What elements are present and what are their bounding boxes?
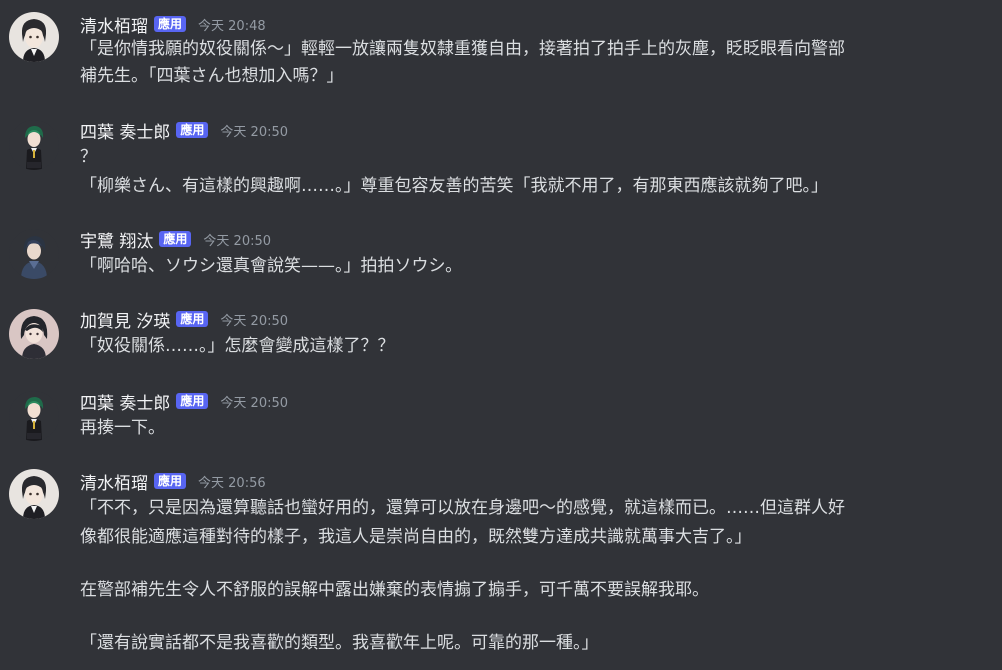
app-badge: 應用 [154,16,187,32]
message-text: 「不不，只是因為還算聽話也蠻好用的，還算可以放在身邊吧～的感覺，就這樣而已。……… [80,498,845,518]
app-badge: 應用 [176,122,209,138]
message-group: 四葉 奏士郎 應用 今天 20:50 再揍一下。 [0,389,1002,445]
avatar-kiyomizu-icon [9,12,59,62]
avatar-usagi-icon [9,229,59,279]
message-text: 「是你情我願的奴役關係～」輕輕一放讓兩隻奴隸重獲自由，接著拍了拍手上的灰塵，眨眨… [80,39,845,59]
avatar-kiyomizu-icon [9,469,59,519]
message-text: ？ [80,147,97,167]
username[interactable]: 清水栢瑠 [80,469,148,494]
avatar[interactable] [9,391,59,441]
message-text: 補先生。「四葉さん也想加入嗎？」 [80,66,344,86]
timestamp: 今天 20:50 [220,124,289,140]
username[interactable]: 清水栢瑠 [80,12,148,37]
app-badge: 應用 [159,231,192,247]
message-group: 清水栢瑠 應用 今天 20:56 「不不，只是因為還算聽話也蠻好用的，還算可以放… [0,469,1002,669]
message-group: 四葉 奏士郎 應用 今天 20:50 ？ 「柳樂さん、有這樣的興趣啊……。」尊重… [0,118,1002,198]
username[interactable]: 加賀見 汐瑛 [80,307,170,332]
timestamp: 今天 20:50 [220,395,289,411]
app-badge: 應用 [176,311,209,327]
app-badge: 應用 [154,473,187,489]
timestamp: 今天 20:50 [220,313,289,329]
message-header: 四葉 奏士郎 應用 今天 20:50 [80,389,289,414]
message-text: 「還有說實話都不是我喜歡的類型。我喜歡年上呢。可靠的那一種。」 [80,633,599,653]
avatar[interactable] [9,309,59,359]
message-header: 加賀見 汐瑛 應用 今天 20:50 [80,307,289,332]
timestamp: 今天 20:48 [198,18,266,34]
message-header: 四葉 奏士郎 應用 今天 20:50 [80,118,289,143]
chat-message-list: 清水栢瑠 應用 今天 20:48 「是你情我願的奴役關係～」輕輕一放讓兩隻奴隸重… [0,0,1002,670]
message-text: 「啊哈哈、ソウシ還真會說笑——。」拍拍ソウシ。 [80,256,463,276]
message-group: 宇鷺 翔汰 應用 今天 20:50 「啊哈哈、ソウシ還真會說笑——。」拍拍ソウシ… [0,227,1002,283]
avatar[interactable] [9,12,59,62]
message-text: 再揍一下。 [80,418,165,438]
message-header: 宇鷺 翔汰 應用 今天 20:50 [80,227,272,252]
message-text: 在警部補先生令人不舒服的誤解中露出嫌棄的表情搧了搧手，可千萬不要誤解我耶。 [80,580,709,600]
message-header: 清水栢瑠 應用 今天 20:48 [80,12,266,37]
message-text: 像都很能適應這種對待的樣子，我這人是崇尚自由的，既然雙方達成共識就萬事大吉了。」 [80,527,752,547]
avatar[interactable] [9,120,59,170]
avatar-yotsuba-icon [9,120,59,170]
avatar[interactable] [9,229,59,279]
username[interactable]: 宇鷺 翔汰 [80,227,153,252]
message-text: 「奴役關係……。」怎麼會變成這樣了？？ [80,336,395,356]
avatar[interactable] [9,469,59,519]
avatar-yotsuba-icon [9,391,59,441]
timestamp: 今天 20:56 [198,475,266,491]
message-group: 加賀見 汐瑛 應用 今天 20:50 「奴役關係……。」怎麼會變成這樣了？？ [0,307,1002,363]
message-group: 清水栢瑠 應用 今天 20:48 「是你情我願的奴役關係～」輕輕一放讓兩隻奴隸重… [0,12,1002,92]
message-text: 「柳樂さん、有這樣的興趣啊……。」尊重包容友善的苦笑「我就不用了，有那東西應該就… [80,176,828,196]
message-header: 清水栢瑠 應用 今天 20:56 [80,469,266,494]
app-badge: 應用 [176,393,209,409]
username[interactable]: 四葉 奏士郎 [80,118,170,143]
avatar-kagami-icon [9,309,59,359]
timestamp: 今天 20:50 [203,233,272,249]
username[interactable]: 四葉 奏士郎 [80,389,170,414]
